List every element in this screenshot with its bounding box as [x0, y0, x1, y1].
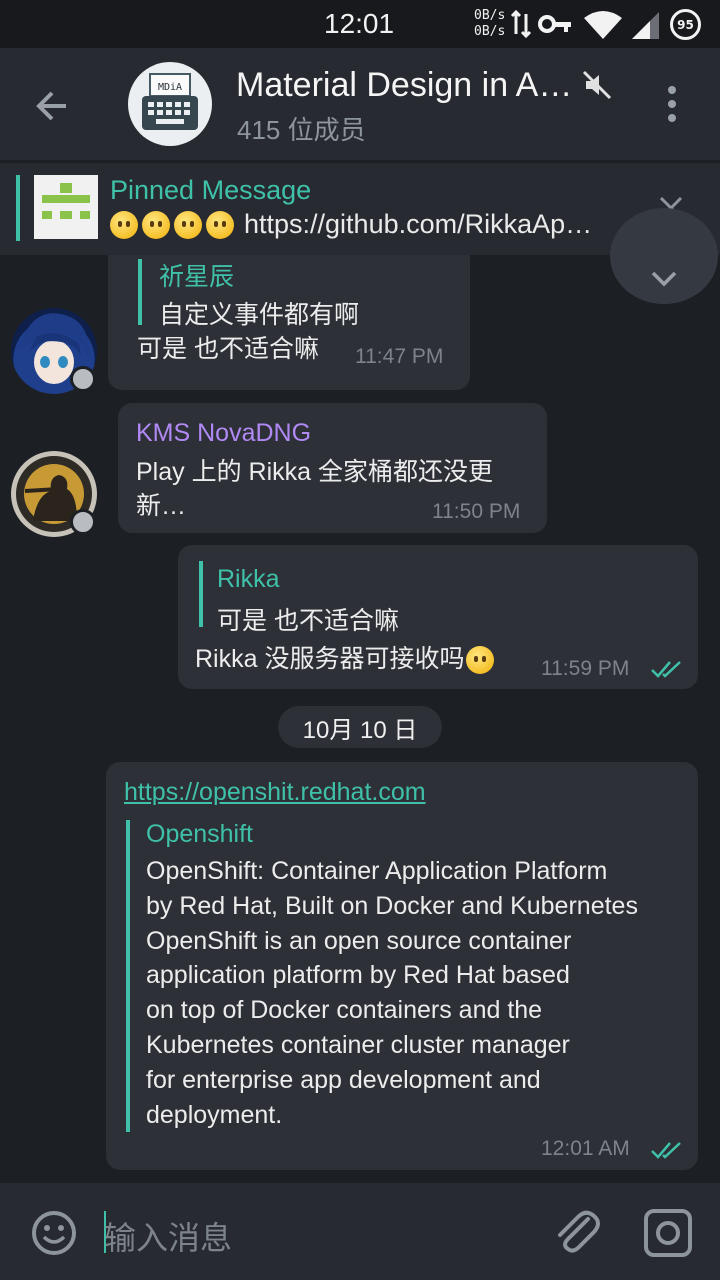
chat-header: MDiA Material Design in A… 415 位成员: [0, 48, 720, 160]
message-input[interactable]: 输入消息: [104, 1213, 232, 1259]
link-preview-accent-bar: [126, 820, 130, 1132]
status-dot: [70, 366, 96, 392]
reply-accent-bar: [199, 561, 203, 627]
status-dot: [70, 509, 96, 535]
reply-text: 可是 也不适合嘛: [217, 607, 399, 635]
vpn-key-icon: [538, 15, 571, 33]
chat-title[interactable]: Material Design in A…: [236, 66, 586, 105]
outgoing-message-bubble[interactable]: Rikka 可是 也不适合嘛 Rikka 没服务器可接收吗 11:59 PM: [178, 545, 698, 689]
more-vert-icon[interactable]: [656, 82, 688, 126]
double-check-icon: [651, 1142, 681, 1159]
link-preview-description[interactable]: OpenShift: Container Application Platfor…: [146, 854, 694, 1132]
pinned-text: https://github.com/RikkaAp…: [110, 209, 615, 240]
message-bubble[interactable]: 祈星辰 自定义事件都有啊 可是 也不适合嘛 11:47 PM: [108, 255, 470, 390]
cell-signal-icon: [632, 12, 659, 39]
member-count: 415 位成员: [237, 115, 366, 145]
message-input-bar: 输入消息: [0, 1183, 720, 1280]
back-arrow-icon[interactable]: [28, 82, 76, 130]
reply-author: Rikka: [217, 565, 280, 593]
outgoing-message-bubble[interactable]: https://openshit.redhat.com Openshift Op…: [106, 762, 698, 1170]
pinned-title: Pinned Message: [110, 175, 312, 205]
pixel-logo-icon: [42, 183, 90, 219]
data-transfer-icon: [510, 9, 532, 39]
message-link[interactable]: https://openshit.redhat.com: [124, 778, 426, 807]
scroll-to-bottom-button[interactable]: [610, 208, 718, 304]
neutral-face-emoji-icon: [174, 210, 202, 239]
message-text: 可是 也不适合嘛: [137, 335, 319, 363]
group-avatar[interactable]: MDiA: [128, 62, 212, 146]
typewriter-icon: MDiA: [142, 73, 198, 130]
chevron-down-icon: [651, 271, 677, 287]
neutral-face-emoji-icon: [206, 210, 234, 239]
message-time: 11:47 PM: [355, 345, 444, 368]
camera-icon[interactable]: [642, 1207, 694, 1259]
neutral-face-emoji-icon: [466, 646, 495, 675]
date-separator: 10月 10 日: [278, 706, 442, 748]
message-text-cont: 新…: [136, 492, 187, 520]
pinned-accent-bar: [16, 175, 20, 241]
sender-name[interactable]: KMS NovaDNG: [136, 419, 311, 448]
message-bubble[interactable]: KMS NovaDNG Play 上的 Rikka 全家桶都还没更 新… 11:…: [118, 403, 547, 533]
network-speed: 0B/s 0B/s: [474, 8, 506, 39]
message-list[interactable]: 祈星辰 自定义事件都有啊 可是 也不适合嘛 11:47 PM KMS NovaD…: [0, 255, 720, 1183]
message-text: Play 上的 Rikka 全家桶都还没更: [136, 458, 493, 486]
reply-text: 自定义事件都有啊: [159, 301, 360, 329]
status-bar: 12:01 0B/s 0B/s 95: [0, 0, 720, 48]
message-time: 11:59 PM: [541, 657, 630, 680]
message-time: 12:01 AM: [541, 1137, 630, 1160]
battery-indicator: 95: [670, 9, 701, 40]
wifi-icon: [584, 11, 622, 39]
muted-icon: [582, 70, 612, 100]
clock: 12:01: [324, 8, 395, 39]
double-check-icon: [651, 661, 681, 678]
reply-author: 祈星辰: [159, 263, 235, 291]
attach-icon[interactable]: [552, 1205, 602, 1259]
message-time: 11:50 PM: [432, 500, 521, 523]
neutral-face-emoji-icon: [142, 210, 170, 239]
reply-accent-bar: [138, 259, 142, 325]
message-text: Rikka 没服务器可接收吗: [195, 641, 498, 677]
pinned-thumbnail: [34, 175, 98, 239]
avatar-label: MDiA: [158, 82, 182, 93]
emoji-icon[interactable]: [30, 1209, 78, 1257]
link-preview-site[interactable]: Openshift: [146, 820, 253, 849]
neutral-face-emoji-icon: [110, 210, 138, 239]
